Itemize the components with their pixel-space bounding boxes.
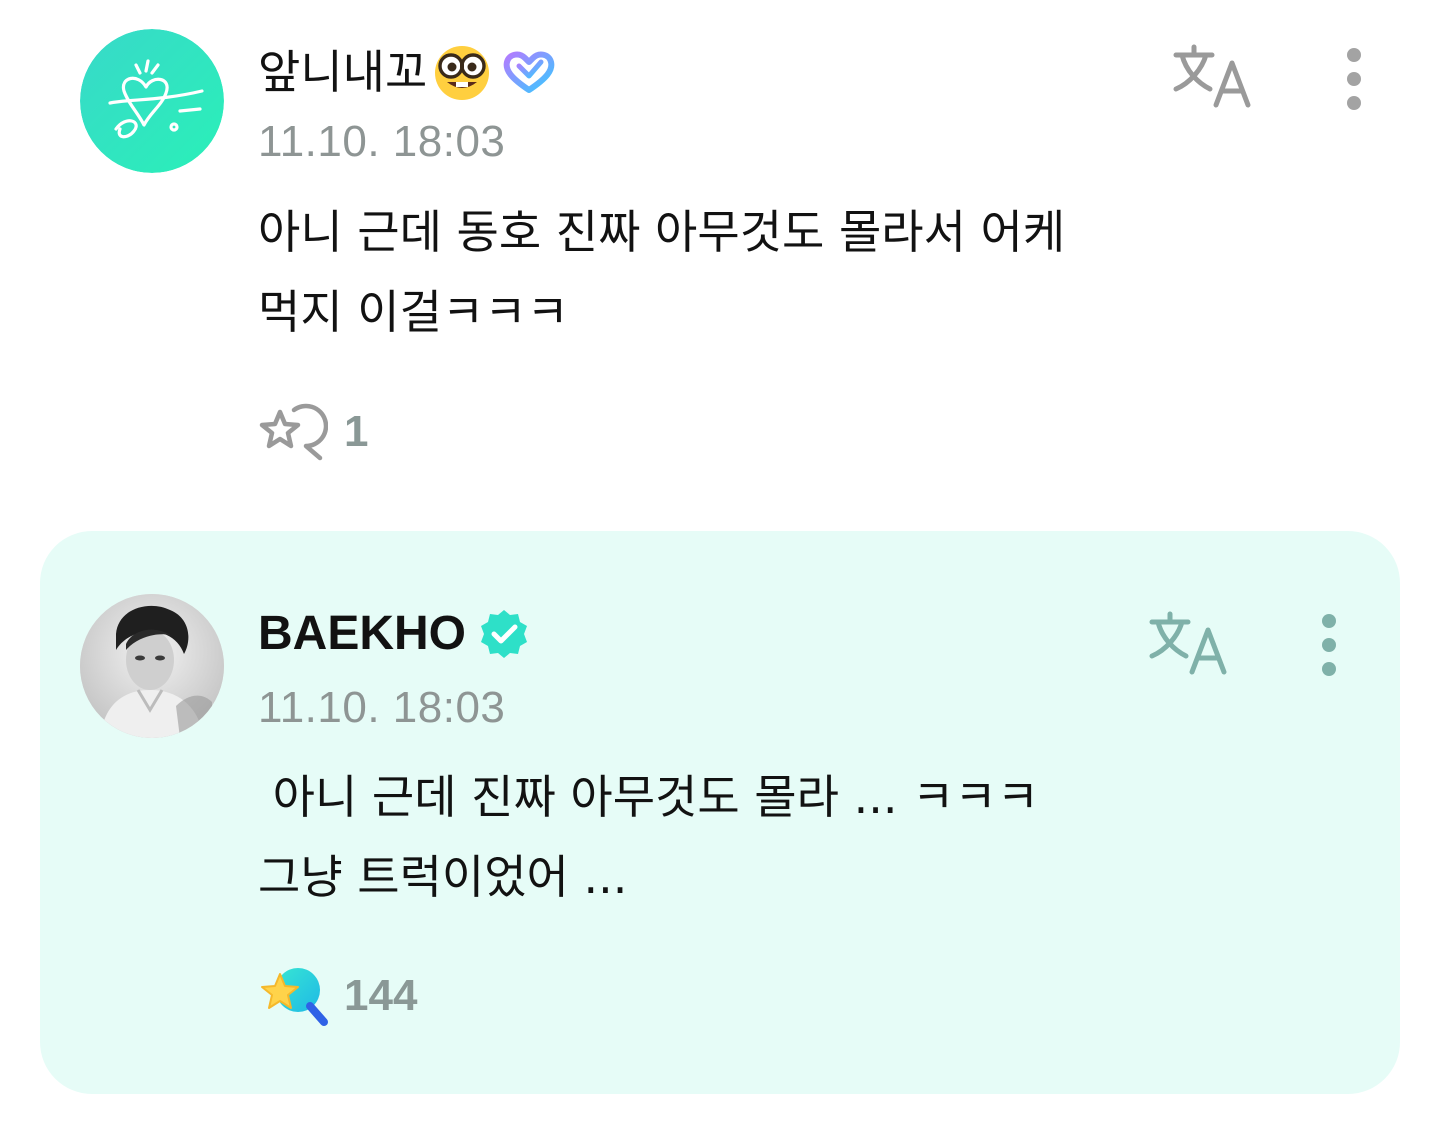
author-name[interactable]: 앞니내꼬 — [258, 42, 427, 102]
reaction-count: 1 — [344, 407, 369, 456]
more-options-icon[interactable] — [1342, 46, 1366, 142]
translate-icon[interactable] — [1170, 43, 1254, 109]
comment-body-line-2: 먹지 이걸ㅋㅋㅋ — [258, 285, 569, 339]
reaction-filled-icon — [258, 964, 330, 1028]
artist-reply-body-line-2: 그냥 트럭이었어 ... — [258, 850, 628, 904]
nerd-face-emoji-icon — [429, 42, 495, 102]
user-avatar[interactable] — [80, 29, 224, 173]
artist-author-row: BAEKHO — [258, 604, 530, 664]
timestamp: 11.10. 18:03 — [258, 117, 506, 166]
comment-body-line-1: 아니 근데 동호 진짜 아무것도 몰라서 어케 — [258, 205, 1066, 259]
artist-translate-icon[interactable] — [1146, 610, 1230, 676]
verified-badge-icon — [478, 608, 530, 660]
artist-timestamp: 11.10. 18:03 — [258, 683, 506, 732]
artist-avatar[interactable] — [80, 594, 224, 738]
reaction-outline-icon — [258, 402, 329, 462]
artist-photo-icon — [80, 594, 224, 738]
artist-reaction-button[interactable]: 144 — [258, 966, 417, 1026]
author-row: 앞니내꼬 — [258, 42, 557, 102]
heart-signature-avatar-icon — [80, 29, 224, 173]
artist-name[interactable]: BAEKHO — [258, 604, 466, 664]
membership-heart-badge-icon — [501, 48, 557, 96]
artist-reply-body-line-1: 아니 근데 진짜 아무것도 몰라 ... ㅋㅋㅋ — [258, 770, 1040, 824]
artist-reaction-count: 144 — [344, 971, 418, 1020]
reaction-button[interactable]: 1 — [258, 402, 368, 462]
artist-more-options-icon[interactable] — [1317, 612, 1341, 708]
